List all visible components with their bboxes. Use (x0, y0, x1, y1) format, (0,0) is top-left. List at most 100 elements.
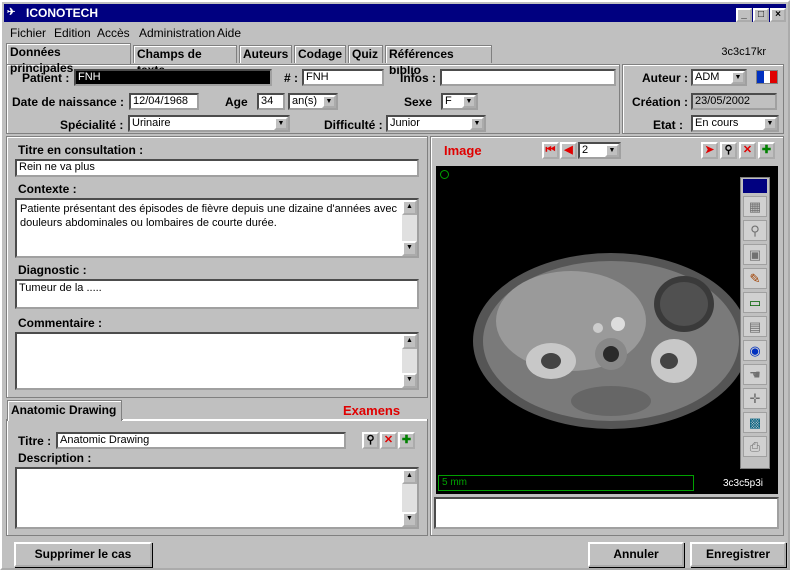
minimize-button[interactable]: _ (736, 8, 752, 22)
tab-champs-texte[interactable]: Champs de texte (133, 45, 237, 77)
menu-administration[interactable]: Administration (139, 26, 215, 40)
creation-field: 23/05/2002 (691, 93, 777, 110)
pointer-icon[interactable]: ➤ (701, 142, 718, 159)
etat-select[interactable]: En cours ▼ (691, 115, 779, 132)
infos-label: Infos : (400, 71, 436, 85)
tab-underline (123, 419, 427, 420)
window-title: ICONOTECH (26, 6, 98, 20)
add-icon[interactable]: ✚ (398, 432, 415, 449)
close-button[interactable]: × (770, 8, 786, 22)
drawing-titre-label: Titre : (18, 434, 52, 448)
auteur-value: ADM (695, 71, 720, 83)
titre-consult-field[interactable]: Rein ne va plus (15, 159, 419, 177)
add-icon[interactable]: ✚ (758, 142, 775, 159)
scroll-up-icon[interactable]: ▲ (402, 200, 417, 215)
tab-donnees-principales[interactable]: Données principales (6, 43, 131, 75)
monitor-icon[interactable]: ▭ (743, 292, 767, 313)
commentaire-label: Commentaire : (18, 316, 103, 330)
specialite-select[interactable]: Urinaire ▼ (128, 115, 290, 132)
tab-auteurs[interactable]: Auteurs (239, 45, 292, 63)
french-flag-icon[interactable] (756, 70, 778, 84)
scroll-down-icon[interactable]: ▼ (402, 512, 417, 527)
menu-aide[interactable]: Aide (217, 26, 241, 40)
diagnostic-label: Diagnostic : (18, 263, 87, 277)
tab-quiz[interactable]: Quiz (348, 45, 383, 63)
drawing-titre-field[interactable]: Anatomic Drawing (56, 432, 346, 449)
drawing-desc-scrollbar[interactable]: ▲ ▼ (402, 469, 417, 527)
difficulte-label: Difficulté : (324, 118, 383, 132)
image-label: Image (444, 143, 482, 158)
chevron-down-icon: ▼ (274, 117, 288, 130)
age-unit-select[interactable]: an(s) ▼ (288, 93, 338, 110)
chevron-down-icon: ▼ (322, 95, 336, 108)
scroll-up-icon[interactable]: ▲ (402, 469, 417, 484)
drawing-desc-label: Description : (18, 451, 92, 465)
contexte-textarea[interactable]: Patiente présentant des épisodes de fièv… (15, 198, 419, 258)
diagnostic-field[interactable]: Tumeur de la ..... (15, 279, 419, 309)
tab-anatomic-drawing[interactable]: Anatomic Drawing (7, 400, 122, 421)
first-image-icon[interactable]: ⏮ (542, 142, 559, 159)
zoom-icon[interactable]: ⚲ (743, 220, 767, 241)
scroll-up-icon[interactable]: ▲ (402, 334, 417, 349)
move-icon[interactable]: ✛ (743, 388, 767, 409)
tools-icon[interactable]: ✎ (743, 268, 767, 289)
sexe-value: F (445, 95, 452, 107)
image-index-value: 2 (582, 144, 589, 156)
menu-bar: Fichier Edition Accès Administration Aid… (4, 24, 786, 42)
scroll-down-icon[interactable]: ▼ (402, 373, 417, 388)
delete-icon[interactable]: ✕ (380, 432, 397, 449)
scale-bar: 5 mm (438, 475, 694, 491)
sexe-label: Sexe (404, 95, 433, 109)
auteur-select[interactable]: ADM ▼ (691, 69, 747, 86)
num-field[interactable]: FNH (302, 69, 384, 86)
tab-codage[interactable]: Codage (294, 45, 346, 63)
image-viewer[interactable]: 5 mm 3c3c5p3i (436, 166, 778, 494)
menu-fichier[interactable]: Fichier (10, 26, 46, 40)
app-icon: ✈ (7, 7, 16, 18)
num-label: # : (284, 71, 299, 85)
title-bar: ✈ ICONOTECH _ □ × (4, 4, 786, 22)
contexte-scrollbar[interactable]: ▲ ▼ (402, 200, 417, 256)
sexe-select[interactable]: F ▼ (441, 93, 478, 110)
menu-acces[interactable]: Accès (97, 26, 130, 40)
image-caption-field[interactable] (434, 497, 779, 529)
cube-icon[interactable]: ▦ (743, 196, 767, 217)
dob-field[interactable]: 12/04/1968 (129, 93, 199, 110)
package-icon[interactable]: ▩ (743, 412, 767, 433)
tab-references-biblio[interactable]: Références biblio (385, 45, 492, 77)
creation-label: Création : (632, 95, 689, 109)
etat-label: Etat : (653, 118, 683, 132)
chevron-down-icon: ▼ (470, 117, 484, 130)
status-circle-icon (440, 170, 449, 179)
delete-icon[interactable]: ✕ (739, 142, 756, 159)
image-toolbar: ▦ ⚲ ▣ ✎ ▭ ▤ ◉ ☚ ✛ ▩ ⎙ (740, 177, 770, 469)
image-index-select[interactable]: 2 ▼ (578, 142, 621, 159)
dob-label: Date de naissance : (12, 95, 125, 109)
specialite-label: Spécialité : (60, 118, 124, 132)
grid-icon[interactable]: ▤ (743, 316, 767, 337)
patient-field[interactable]: FNH (74, 69, 272, 86)
hand-icon[interactable]: ☚ (743, 364, 767, 385)
infos-field[interactable] (440, 69, 616, 86)
age-unit-value: an(s) (292, 95, 318, 107)
contexte-text: Patiente présentant des épisodes de fièv… (20, 203, 397, 229)
commentaire-scrollbar[interactable]: ▲ ▼ (402, 334, 417, 388)
scroll-down-icon[interactable]: ▼ (402, 241, 417, 256)
save-button[interactable]: Enregistrer (690, 542, 786, 567)
search-icon[interactable]: ⚲ (362, 432, 379, 449)
age-field[interactable]: 34 (257, 93, 285, 110)
commentaire-textarea[interactable]: ▲ ▼ (15, 332, 419, 390)
box-icon[interactable]: ▣ (743, 244, 767, 265)
maximize-button[interactable]: □ (753, 8, 769, 22)
cancel-button[interactable]: Annuler (588, 542, 684, 567)
toolbar-header (743, 179, 767, 193)
print-icon[interactable]: ⎙ (743, 436, 767, 457)
age-label: Age (225, 95, 248, 109)
difficulte-select[interactable]: Junior ▼ (386, 115, 486, 132)
menu-edition[interactable]: Edition (54, 26, 91, 40)
delete-case-button[interactable]: Supprimer le cas (14, 542, 152, 567)
drawing-desc-textarea[interactable]: ▲ ▼ (15, 467, 419, 529)
prev-image-icon[interactable]: ◀ (560, 142, 577, 159)
dropper-icon[interactable]: ◉ (743, 340, 767, 361)
search-icon[interactable]: ⚲ (720, 142, 737, 159)
